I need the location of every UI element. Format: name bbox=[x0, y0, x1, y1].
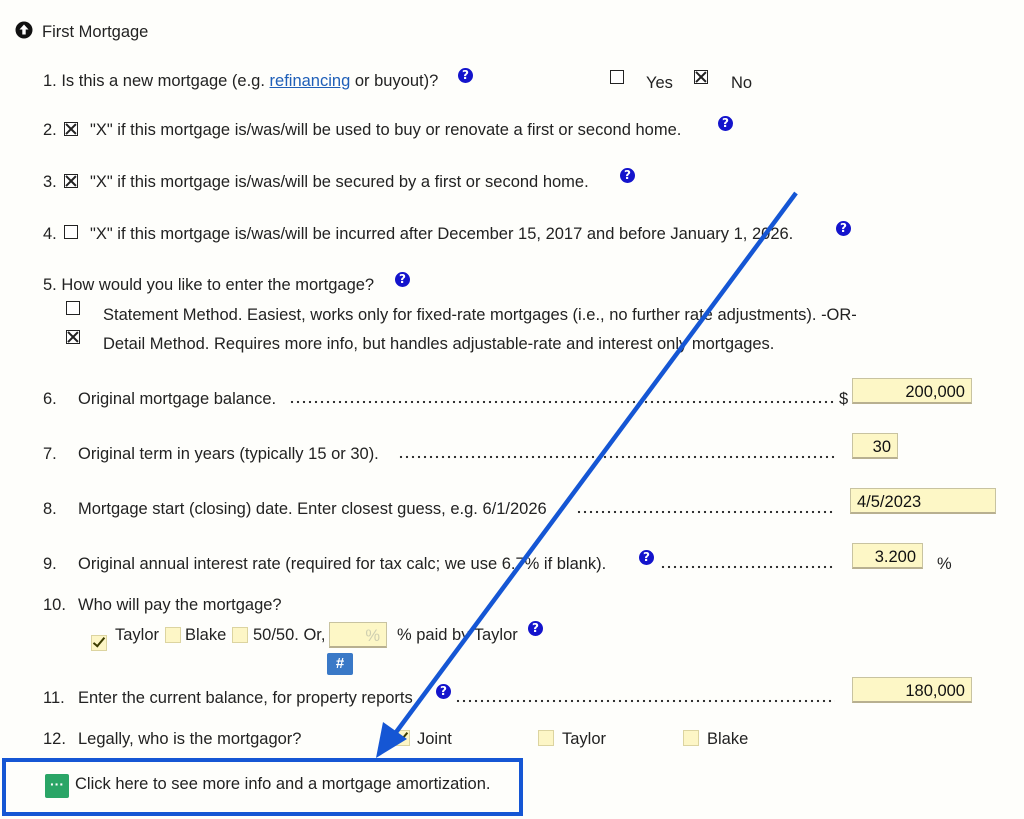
q7-leader bbox=[398, 455, 835, 459]
calculator-hash-button[interactable]: # bbox=[327, 653, 353, 675]
help-icon-q9[interactable]: ? bbox=[639, 550, 654, 565]
help-icon-q5[interactable]: ? bbox=[395, 272, 410, 287]
q7-label: Original term in years (typically 15 or … bbox=[78, 445, 379, 463]
q9-leader bbox=[660, 565, 835, 569]
q5-text: 5. How would you like to enter the mortg… bbox=[43, 276, 375, 294]
q11-label: Enter the current balance, for property … bbox=[78, 689, 413, 707]
interest-rate-input[interactable]: 3.200 bbox=[852, 543, 923, 569]
mortgagor-joint-label: Joint bbox=[417, 730, 452, 748]
q11-num: 11. bbox=[43, 689, 65, 707]
payer-blake-checkbox[interactable] bbox=[165, 627, 181, 643]
help-icon-q2[interactable]: ? bbox=[718, 116, 733, 131]
q9-num: 9. bbox=[43, 555, 57, 573]
q2-checkbox[interactable] bbox=[64, 122, 78, 136]
help-icon-q11[interactable]: ? bbox=[436, 684, 451, 699]
q1-text: 1. Is this a new mortgage (e.g. refinanc… bbox=[43, 72, 438, 91]
help-icon-q10[interactable]: ? bbox=[528, 621, 543, 636]
q1-yes-checkbox[interactable] bbox=[610, 70, 624, 84]
q8-label: Mortgage start (closing) date. Enter clo… bbox=[78, 500, 547, 518]
detail-method-checkbox[interactable] bbox=[66, 330, 80, 344]
collapse-up-icon[interactable] bbox=[15, 21, 33, 39]
q9-unit: % bbox=[937, 555, 952, 573]
q3-num: 3. bbox=[43, 173, 57, 191]
payer-taylor-checkbox[interactable] bbox=[91, 635, 107, 651]
q4-text: "X" if this mortgage is/was/will be incu… bbox=[90, 225, 794, 243]
current-balance-input[interactable]: 180,000 bbox=[852, 677, 972, 703]
statement-method-label: Statement Method. Easiest, works only fo… bbox=[103, 306, 857, 324]
q1-suffix: or buyout)? bbox=[350, 72, 439, 90]
q12-label: Legally, who is the mortgagor? bbox=[78, 730, 302, 748]
section-title: First Mortgage bbox=[42, 23, 149, 41]
q10-label: Who will pay the mortgage? bbox=[78, 596, 282, 614]
q2-num: 2. bbox=[43, 121, 57, 139]
q6-currency: $ bbox=[839, 390, 849, 408]
q1-no-checkbox[interactable] bbox=[694, 70, 708, 84]
help-icon-q1[interactable]: ? bbox=[458, 68, 473, 83]
q1-yes-label: Yes bbox=[646, 74, 673, 92]
term-years-input[interactable]: 30 bbox=[852, 433, 898, 459]
q10-num: 10. bbox=[43, 596, 66, 614]
q3-checkbox[interactable] bbox=[64, 174, 78, 188]
original-balance-input[interactable]: 200,000 bbox=[852, 378, 972, 404]
q6-num: 6. bbox=[43, 390, 57, 408]
q6-label: Original mortgage balance. bbox=[78, 390, 277, 408]
q3-text: "X" if this mortgage is/was/will be secu… bbox=[90, 173, 589, 191]
more-info-link[interactable]: Click here to see more info and a mortga… bbox=[75, 775, 490, 794]
mortgagor-joint-checkbox[interactable] bbox=[394, 730, 410, 746]
q8-num: 8. bbox=[43, 500, 57, 518]
mortgagor-taylor-label: Taylor bbox=[562, 730, 607, 748]
percent-paid-label: % paid by Taylor bbox=[397, 626, 518, 644]
more-info-button[interactable]: ··· bbox=[45, 774, 69, 798]
detail-method-label: Detail Method. Requires more info, but h… bbox=[103, 335, 775, 353]
statement-method-checkbox[interactable] bbox=[66, 301, 80, 315]
percent-paid-input[interactable]: % bbox=[329, 622, 387, 648]
q7-num: 7. bbox=[43, 445, 57, 463]
q6-leader bbox=[289, 400, 835, 404]
payer-blake-label: Blake bbox=[185, 626, 227, 644]
payer-taylor-label: Taylor bbox=[115, 626, 160, 644]
q4-num: 4. bbox=[43, 225, 57, 243]
help-icon-q4[interactable]: ? bbox=[836, 221, 851, 236]
mortgagor-blake-label: Blake bbox=[707, 730, 749, 748]
q4-checkbox[interactable] bbox=[64, 225, 78, 239]
payer-split-checkbox[interactable] bbox=[232, 627, 248, 643]
q2-text: "X" if this mortgage is/was/will be used… bbox=[90, 121, 682, 139]
mortgagor-taylor-checkbox[interactable] bbox=[538, 730, 554, 746]
q1-prefix: 1. Is this a new mortgage (e.g. bbox=[43, 72, 270, 90]
mortgagor-blake-checkbox[interactable] bbox=[683, 730, 699, 746]
q9-label: Original annual interest rate (required … bbox=[78, 555, 607, 573]
help-icon-q3[interactable]: ? bbox=[620, 168, 635, 183]
payer-split-label: 50/50. Or, bbox=[253, 626, 326, 644]
start-date-input[interactable]: 4/5/2023 bbox=[850, 488, 996, 514]
q8-leader bbox=[576, 510, 835, 514]
q11-leader bbox=[455, 699, 835, 703]
refinancing-link[interactable]: refinancing bbox=[270, 72, 351, 90]
q12-num: 12. bbox=[43, 730, 66, 748]
q1-no-label: No bbox=[731, 74, 753, 92]
